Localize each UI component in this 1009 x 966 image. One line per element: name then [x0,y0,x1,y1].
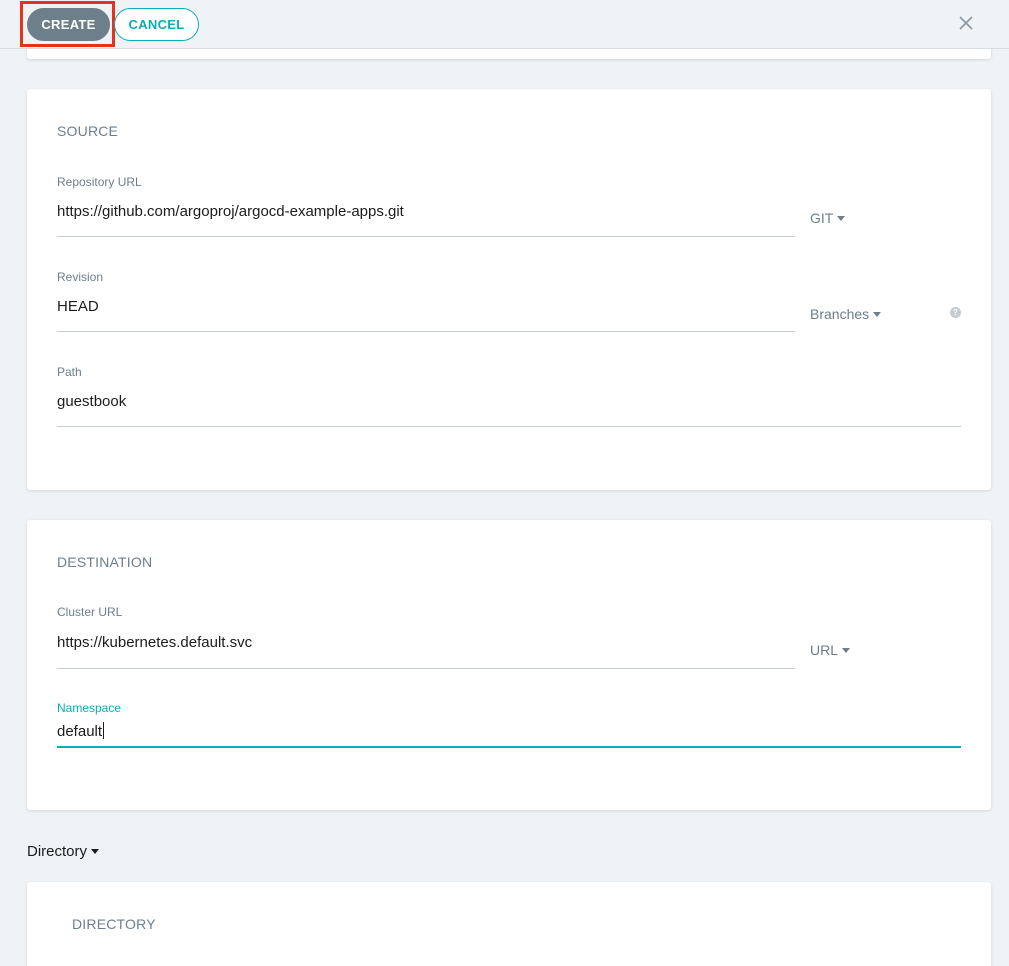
repo-type-dropdown[interactable]: GIT [810,210,846,226]
revision-underline [57,331,795,332]
source-type-label: Directory [27,843,88,860]
destination-title: DESTINATION [57,554,153,570]
help-icon[interactable]: ? [950,307,961,318]
namespace-underline [57,746,961,748]
create-button[interactable]: CREATE [27,8,110,41]
revision-type-label: Branches [810,306,870,322]
text-cursor [103,722,105,739]
repo-type-label: GIT [810,210,834,226]
repository-url-input[interactable]: https://github.com/argoproj/argocd-examp… [57,203,404,220]
directory-title: DIRECTORY [72,916,156,932]
namespace-value: default [57,723,103,740]
source-card: SOURCE Repository URL https://github.com… [27,89,991,490]
source-title: SOURCE [57,123,119,139]
path-input[interactable]: guestbook [57,393,126,410]
action-bar: CREATE CANCEL [0,0,1009,49]
revision-type-dropdown[interactable]: Branches [810,306,882,322]
repository-url-underline [57,236,795,237]
repository-url-label: Repository URL [57,175,142,189]
path-label: Path [57,365,82,379]
cluster-url-underline [57,668,795,669]
cluster-type-dropdown[interactable]: URL [810,642,851,658]
cancel-button[interactable]: CANCEL [114,8,199,41]
caret-down-icon [91,849,100,854]
cluster-type-label: URL [810,642,839,658]
close-icon[interactable] [956,13,976,33]
source-type-dropdown[interactable]: Directory [27,843,100,860]
revision-input[interactable]: HEAD [57,298,99,315]
caret-down-icon [837,215,846,221]
create-application-panel: CREATE CANCEL SOURCE Repository URL http… [0,0,1009,966]
cluster-url-input[interactable]: https://kubernetes.default.svc [57,634,252,651]
caret-down-icon [842,647,851,653]
directory-card: DIRECTORY [27,882,991,966]
caret-down-icon [873,311,882,317]
revision-label: Revision [57,270,104,284]
destination-card: DESTINATION Cluster URL https://kubernet… [27,520,991,810]
namespace-label: Namespace [57,701,122,715]
path-underline [57,426,961,427]
namespace-input[interactable]: default [57,722,105,740]
cluster-url-label: Cluster URL [57,605,123,619]
